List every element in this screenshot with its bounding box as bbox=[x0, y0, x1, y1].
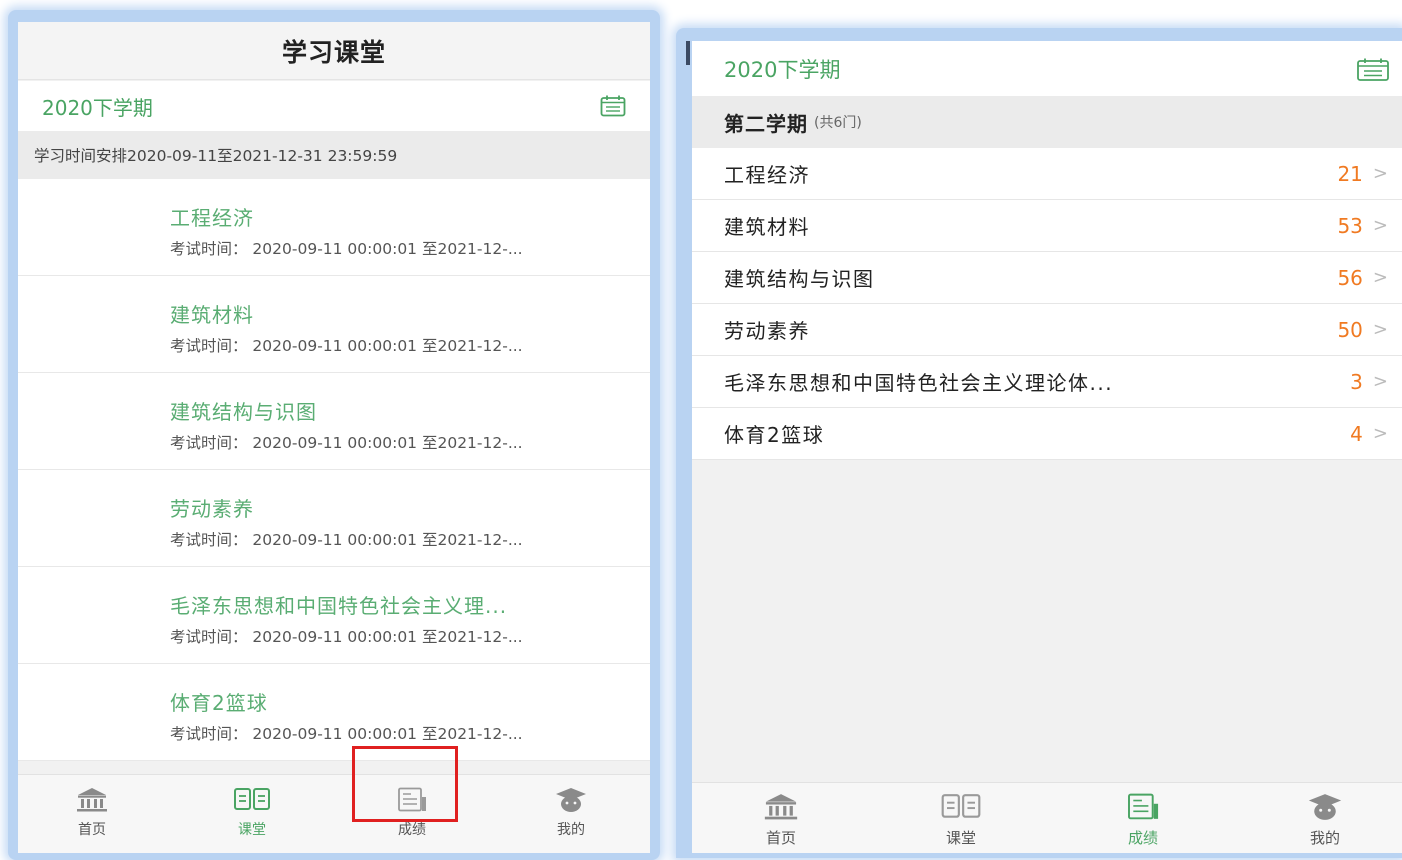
course-name: 毛泽东思想和中国特色社会主义理论体... bbox=[724, 371, 1114, 395]
graduate-cap-icon bbox=[1306, 793, 1344, 825]
course-count: (共6门) bbox=[814, 115, 862, 131]
tab-label: 我的 bbox=[1309, 829, 1340, 847]
tab-label: 我的 bbox=[557, 822, 585, 838]
tab-home[interactable]: 首页 bbox=[42, 775, 142, 853]
score-value: 3 bbox=[1350, 369, 1363, 394]
course-item[interactable]: 工程经济 考试时间： 2020-09-11 00:00:01 至2021-12-… bbox=[18, 179, 650, 276]
course-name: 建筑结构与识图 bbox=[170, 400, 317, 424]
course-name: 劳动素养 bbox=[724, 319, 810, 343]
course-name: 工程经济 bbox=[724, 163, 810, 187]
book-icon bbox=[233, 787, 271, 817]
bottom-tab-bar: 首页 课堂 成绩 我的 bbox=[692, 782, 1402, 853]
exam-time: 考试时间： 2020-09-11 00:00:01 至2021-12-... bbox=[170, 434, 523, 452]
chevron-right-icon: > bbox=[1372, 423, 1388, 444]
exam-time: 考试时间： 2020-09-11 00:00:01 至2021-12-... bbox=[170, 531, 523, 549]
semester-label: 第二学期 bbox=[724, 111, 808, 136]
tab-mine[interactable]: 我的 bbox=[521, 775, 621, 853]
score-value: 56 bbox=[1337, 265, 1363, 290]
term-label: 2020下学期 bbox=[42, 95, 153, 120]
score-value: 4 bbox=[1350, 421, 1363, 446]
chevron-right-icon: > bbox=[1372, 319, 1388, 340]
exam-time: 考试时间： 2020-09-11 00:00:01 至2021-12-... bbox=[170, 628, 523, 646]
course-item[interactable]: 劳动素养 考试时间： 2020-09-11 00:00:01 至2021-12-… bbox=[18, 470, 650, 567]
term-selector[interactable]: 2020下学期 bbox=[18, 81, 650, 131]
graduate-cap-icon bbox=[554, 787, 588, 817]
chevron-right-icon: > bbox=[1372, 215, 1388, 236]
term-label: 2020下学期 bbox=[724, 57, 841, 82]
course-name: 建筑材料 bbox=[724, 215, 810, 239]
tab-label: 成绩 bbox=[398, 822, 426, 838]
page-title: 学习课堂 bbox=[18, 22, 650, 80]
tab-mine[interactable]: 我的 bbox=[1270, 783, 1380, 853]
score-value: 50 bbox=[1337, 317, 1363, 342]
course-name: 劳动素养 bbox=[170, 497, 254, 521]
tab-grades[interactable]: 成绩 bbox=[1088, 783, 1198, 853]
grade-row[interactable]: 体育2篮球 4 > bbox=[692, 408, 1402, 460]
tab-label: 成绩 bbox=[1127, 829, 1158, 847]
course-item[interactable]: 建筑结构与识图 考试时间： 2020-09-11 00:00:01 至2021-… bbox=[18, 373, 650, 470]
course-name: 工程经济 bbox=[170, 206, 254, 230]
grade-row[interactable]: 工程经济 21 > bbox=[692, 148, 1402, 200]
course-name: 体育2篮球 bbox=[724, 423, 825, 447]
calendar-icon[interactable] bbox=[600, 95, 626, 117]
chevron-right-icon: > bbox=[1372, 163, 1388, 184]
course-item[interactable]: 体育2篮球 考试时间： 2020-09-11 00:00:01 至2021-12… bbox=[18, 664, 650, 761]
bank-icon bbox=[762, 793, 800, 825]
report-icon bbox=[1124, 793, 1162, 825]
tab-label: 课堂 bbox=[945, 829, 976, 847]
exam-time: 考试时间： 2020-09-11 00:00:01 至2021-12-... bbox=[170, 337, 523, 355]
grade-row[interactable]: 毛泽东思想和中国特色社会主义理论体... 3 > bbox=[692, 356, 1402, 408]
tab-label: 课堂 bbox=[238, 822, 266, 838]
course-item[interactable]: 毛泽东思想和中国特色社会主义理... 考试时间： 2020-09-11 00:0… bbox=[18, 567, 650, 664]
bottom-tab-bar: 首页 课堂 成绩 我的 bbox=[18, 774, 650, 853]
tab-label: 首页 bbox=[765, 829, 796, 847]
course-list: 工程经济 考试时间： 2020-09-11 00:00:01 至2021-12-… bbox=[18, 179, 650, 761]
semester-header: 第二学期 (共6门) bbox=[692, 96, 1402, 148]
exam-time: 考试时间： 2020-09-11 00:00:01 至2021-12-... bbox=[170, 725, 523, 743]
grade-row[interactable]: 劳动素养 50 > bbox=[692, 304, 1402, 356]
tab-home[interactable]: 首页 bbox=[726, 783, 836, 853]
score-value: 21 bbox=[1337, 161, 1363, 186]
grade-row[interactable]: 建筑材料 53 > bbox=[692, 200, 1402, 252]
chevron-right-icon: > bbox=[1372, 371, 1388, 392]
chevron-right-icon: > bbox=[1372, 267, 1388, 288]
study-schedule: 学习时间安排2020-09-11至2021-12-31 23:59:59 bbox=[18, 131, 650, 179]
tab-classroom[interactable]: 课堂 bbox=[906, 783, 1016, 853]
right-screen: 2020下学期 第二学期 (共6门) 工程经济 21 > 建筑材料 53 > 建… bbox=[692, 41, 1402, 853]
grade-list: 工程经济 21 > 建筑材料 53 > 建筑结构与识图 56 > 劳动素养 50… bbox=[692, 148, 1402, 460]
course-item[interactable]: 建筑材料 考试时间： 2020-09-11 00:00:01 至2021-12-… bbox=[18, 276, 650, 373]
tab-classroom[interactable]: 课堂 bbox=[202, 775, 302, 853]
course-name: 建筑材料 bbox=[170, 303, 254, 327]
left-screen: 学习课堂 2020下学期 学习时间安排2020-09-11至2021-12-31… bbox=[18, 22, 650, 853]
grade-row[interactable]: 建筑结构与识图 56 > bbox=[692, 252, 1402, 304]
highlight-annotation bbox=[352, 746, 458, 822]
course-name: 建筑结构与识图 bbox=[724, 267, 875, 291]
calendar-icon[interactable] bbox=[1356, 58, 1389, 81]
book-icon bbox=[940, 793, 982, 825]
exam-time: 考试时间： 2020-09-11 00:00:01 至2021-12-... bbox=[170, 240, 523, 258]
course-name: 体育2篮球 bbox=[170, 691, 268, 715]
score-value: 53 bbox=[1337, 213, 1363, 238]
frame-edge-marker bbox=[686, 41, 690, 65]
course-name: 毛泽东思想和中国特色社会主义理... bbox=[170, 594, 508, 618]
tab-label: 首页 bbox=[78, 822, 106, 838]
term-selector[interactable]: 2020下学期 bbox=[692, 41, 1402, 96]
bank-icon bbox=[75, 787, 109, 817]
